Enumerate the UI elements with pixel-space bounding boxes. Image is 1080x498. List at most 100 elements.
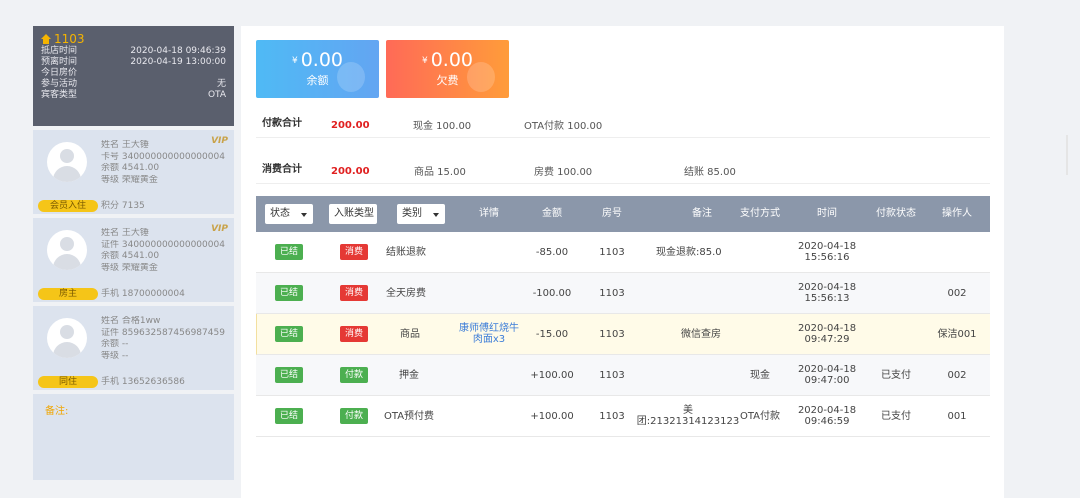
time-clock: 09:47:00 bbox=[804, 375, 850, 386]
owed-amount: 0.00 bbox=[430, 49, 474, 71]
room-rate-row: 今日房价 bbox=[41, 68, 226, 79]
guest-card[interactable]: VIP 姓名 王大锤 证件 340000000000000004 余额 4541… bbox=[33, 218, 234, 302]
room-number: 1103 bbox=[41, 32, 226, 46]
guest-id-no: 证件 859632587456987459 bbox=[101, 327, 225, 338]
info-value: 2020-04-19 13:00:00 bbox=[130, 57, 226, 67]
home-icon bbox=[41, 34, 51, 44]
summary-total: 200.00 bbox=[331, 166, 370, 177]
detail-link[interactable]: 康师傅红烧牛 肉面x3 bbox=[454, 314, 524, 354]
summary-item: 现金 100.00 bbox=[413, 121, 472, 132]
chevron-down-icon bbox=[301, 213, 307, 217]
guest-card[interactable]: VIP 姓名 王大锤 卡号 340000000000000004 余额 4541… bbox=[33, 130, 234, 214]
info-label: 抵店时间 bbox=[41, 46, 78, 56]
guest-name: 姓名 王大锤 bbox=[101, 140, 149, 150]
guest-phone: 手机 18700000004 bbox=[101, 289, 185, 299]
remark-box[interactable]: 备注: bbox=[33, 394, 234, 480]
note-line: 团:21321314123123 bbox=[636, 416, 740, 427]
room-info-card: 1103 抵店时间 2020-04-18 09:46:39 预离时间 2020-04… bbox=[33, 26, 234, 126]
consumption-summary: 消费合计 200.00 商品 15.00 房费 100.00 结账 85.00 bbox=[256, 152, 990, 184]
note-line: 美 bbox=[683, 405, 693, 416]
summary-item: 结账 85.00 bbox=[684, 167, 736, 178]
time-date: 2020-04-18 bbox=[797, 282, 857, 293]
guest-level: 等级 荣耀黄金 bbox=[101, 262, 158, 273]
table-row[interactable]: 已结 消费 全天房费 -100.00 1103 2020-04-18 15:56:… bbox=[256, 273, 990, 314]
chevron-down-icon bbox=[433, 213, 439, 217]
column-header-amount: 金额 bbox=[542, 208, 562, 219]
entry-type-filter-dropdown[interactable]: 入账类型 bbox=[329, 204, 377, 224]
table-row[interactable]: 已结 消费 商品 康师傅红烧牛 肉面x3 -15.00 1103 微信查房 202… bbox=[256, 314, 990, 355]
amount-cell: -100.00 bbox=[532, 287, 572, 299]
column-header-detail: 详情 bbox=[479, 208, 499, 219]
table-row[interactable]: 已结 付款 OTA预付费 +100.00 1103 美团:21321314123… bbox=[256, 396, 990, 437]
time-clock: 15:56:13 bbox=[804, 293, 850, 304]
guest-level: 等级 -- bbox=[101, 350, 129, 361]
summary-title: 消费合计 bbox=[262, 164, 302, 175]
operator-cell: 002 bbox=[947, 369, 967, 381]
time-date: 2020-04-18 bbox=[797, 364, 857, 375]
type-badge: 消费 bbox=[339, 326, 368, 342]
guest-id-no: 证件 340000000000000004 bbox=[101, 239, 225, 250]
category-cell: 结账退款 bbox=[386, 246, 426, 258]
pay-status-cell: 已支付 bbox=[881, 410, 911, 422]
category-cell: OTA预付费 bbox=[384, 410, 435, 422]
amount-cell: +100.00 bbox=[530, 369, 574, 381]
guest-level: 等级 荣耀黄金 bbox=[101, 174, 158, 185]
guest-name: 姓名 王大锤 bbox=[101, 228, 149, 238]
amount-cell: -85.00 bbox=[535, 246, 569, 258]
table-row[interactable]: 已结 消费 结账退款 -85.00 1103 现金退款:85.0 2020-04… bbox=[256, 232, 990, 273]
category-cell: 商品 bbox=[400, 328, 420, 340]
time-cell: 2020-04-18 15:56:16 bbox=[797, 232, 857, 272]
table-row[interactable]: 已结 付款 押金 +100.00 1103 现金 2020-04-18 09:47… bbox=[256, 355, 990, 396]
guest-phone: 手机 13652636586 bbox=[101, 377, 185, 387]
scrollbar[interactable] bbox=[1066, 135, 1068, 175]
info-value: 无 bbox=[216, 79, 226, 89]
category-filter-dropdown[interactable]: 类别 bbox=[397, 204, 445, 224]
balance-label: 余额 bbox=[306, 74, 329, 87]
guest-card[interactable]: 姓名 合格1ww 证件 859632587456987459 余额 -- 等级 … bbox=[33, 306, 234, 390]
info-label: 宾客类型 bbox=[41, 90, 78, 100]
status-filter-dropdown[interactable]: 状态 bbox=[265, 204, 313, 224]
status-badge: 已结 bbox=[274, 408, 303, 424]
detail-line: 肉面x3 bbox=[472, 334, 506, 345]
owed-card: ¥0.00 欠费 bbox=[386, 40, 509, 98]
guest-balance: 余额 4541.00 bbox=[101, 251, 160, 261]
ledger-table-header: 状态 入账类型 类别 详情 金额 房号 备注 支付方式 时间 付款状态 操作人 bbox=[256, 196, 990, 232]
column-header-operator: 操作人 bbox=[942, 208, 972, 219]
info-value: 2020-04-18 09:46:39 bbox=[130, 46, 226, 56]
avatar bbox=[47, 318, 87, 358]
room-cell: 1103 bbox=[599, 328, 625, 340]
column-header-room: 房号 bbox=[602, 208, 622, 219]
arrival-time-row: 抵店时间 2020-04-18 09:46:39 bbox=[41, 46, 226, 57]
summary-item: 商品 15.00 bbox=[414, 167, 466, 178]
entry-type-filter-label: 入账类型 bbox=[334, 208, 374, 219]
time-date: 2020-04-18 bbox=[797, 323, 857, 334]
remark-label: 备注: bbox=[45, 406, 69, 417]
guest-role-tag: 房主 bbox=[38, 288, 98, 300]
guest-balance: 余额 -- bbox=[101, 339, 129, 349]
column-header-time: 时间 bbox=[817, 208, 837, 219]
room-cell: 1103 bbox=[599, 369, 625, 381]
amount-cell: -15.00 bbox=[535, 328, 569, 340]
time-date: 2020-04-18 bbox=[797, 405, 857, 416]
room-cell: 1103 bbox=[599, 410, 625, 422]
room-number-text: 1103 bbox=[54, 32, 85, 46]
pay-method-cell: OTA付款 bbox=[739, 410, 781, 422]
time-cell: 2020-04-18 09:47:00 bbox=[797, 355, 857, 395]
summary-item: 房费 100.00 bbox=[534, 167, 593, 178]
column-header-note: 备注 bbox=[692, 208, 712, 219]
operator-cell: 001 bbox=[947, 410, 967, 422]
room-side-panel: 1103 抵店时间 2020-04-18 09:46:39 预离时间 2020-04… bbox=[33, 26, 234, 480]
pay-method-cell: 现金 bbox=[750, 369, 770, 381]
guest-role-tag: 会员入住 bbox=[38, 200, 98, 212]
room-cell: 1103 bbox=[599, 287, 625, 299]
operator-cell: 保洁001 bbox=[937, 328, 977, 340]
detail-line: 康师傅红烧牛 bbox=[459, 323, 519, 334]
guest-role-tag: 同住 bbox=[38, 376, 98, 388]
time-date: 2020-04-18 bbox=[797, 241, 857, 252]
guest-balance: 余额 4541.00 bbox=[101, 163, 160, 173]
account-panel: ¥0.00 余额 ¥0.00 欠费 付款合计 200.00 现金 100.00 … bbox=[241, 26, 1004, 498]
room-cell: 1103 bbox=[599, 246, 625, 258]
avatar bbox=[47, 142, 87, 182]
currency-symbol: ¥ bbox=[291, 56, 298, 66]
activity-row: 参与活动 无 bbox=[41, 79, 226, 90]
